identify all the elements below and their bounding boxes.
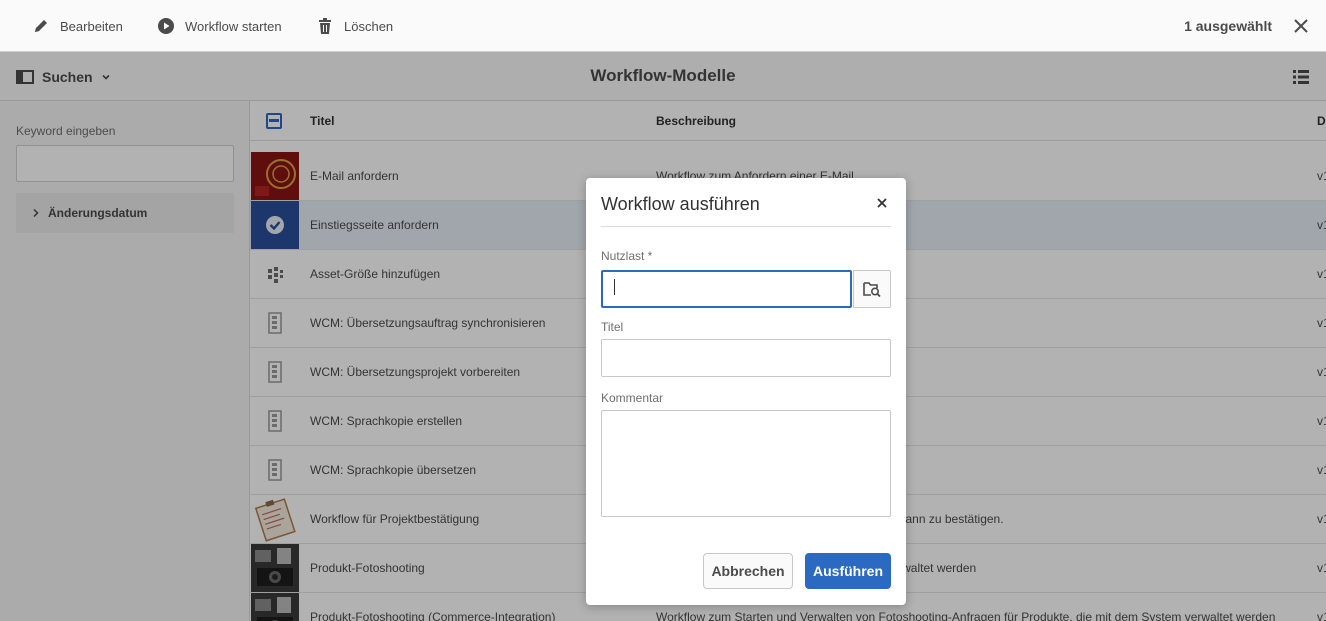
dialog-title: Workflow ausführen (601, 194, 760, 214)
run-button[interactable]: Ausführen (805, 553, 891, 589)
payload-label: Nutzlast * (601, 249, 653, 263)
folder-search-icon (863, 282, 881, 298)
start-workflow-button[interactable]: Workflow starten (157, 0, 282, 52)
title-input[interactable] (601, 339, 891, 377)
action-bar: Bearbeiten Workflow starten Löschen 1 au… (0, 0, 1326, 52)
comment-label: Kommentar (601, 391, 664, 405)
start-workflow-label: Workflow starten (185, 18, 282, 34)
close-selection-icon[interactable] (1292, 17, 1310, 35)
browse-path-button[interactable] (853, 270, 891, 308)
title-label: Titel (601, 320, 624, 334)
trash-icon (319, 18, 331, 34)
selection-count: 1 ausgewählt (1184, 18, 1272, 34)
cancel-button[interactable]: Abbrechen (703, 553, 793, 589)
pencil-icon (35, 20, 47, 32)
dialog-divider (601, 226, 891, 227)
close-icon[interactable] (876, 197, 888, 209)
text-caret (614, 279, 615, 295)
delete-button-label: Löschen (344, 18, 394, 34)
edit-button[interactable]: Bearbeiten (32, 0, 123, 52)
comment-textarea[interactable] (601, 410, 891, 517)
payload-input[interactable] (601, 270, 852, 308)
run-workflow-dialog: Workflow ausführen Nutzlast * Titel Komm… (586, 178, 906, 605)
edit-button-label: Bearbeiten (60, 18, 123, 34)
delete-button[interactable]: Löschen (316, 0, 393, 52)
play-icon (158, 18, 174, 34)
